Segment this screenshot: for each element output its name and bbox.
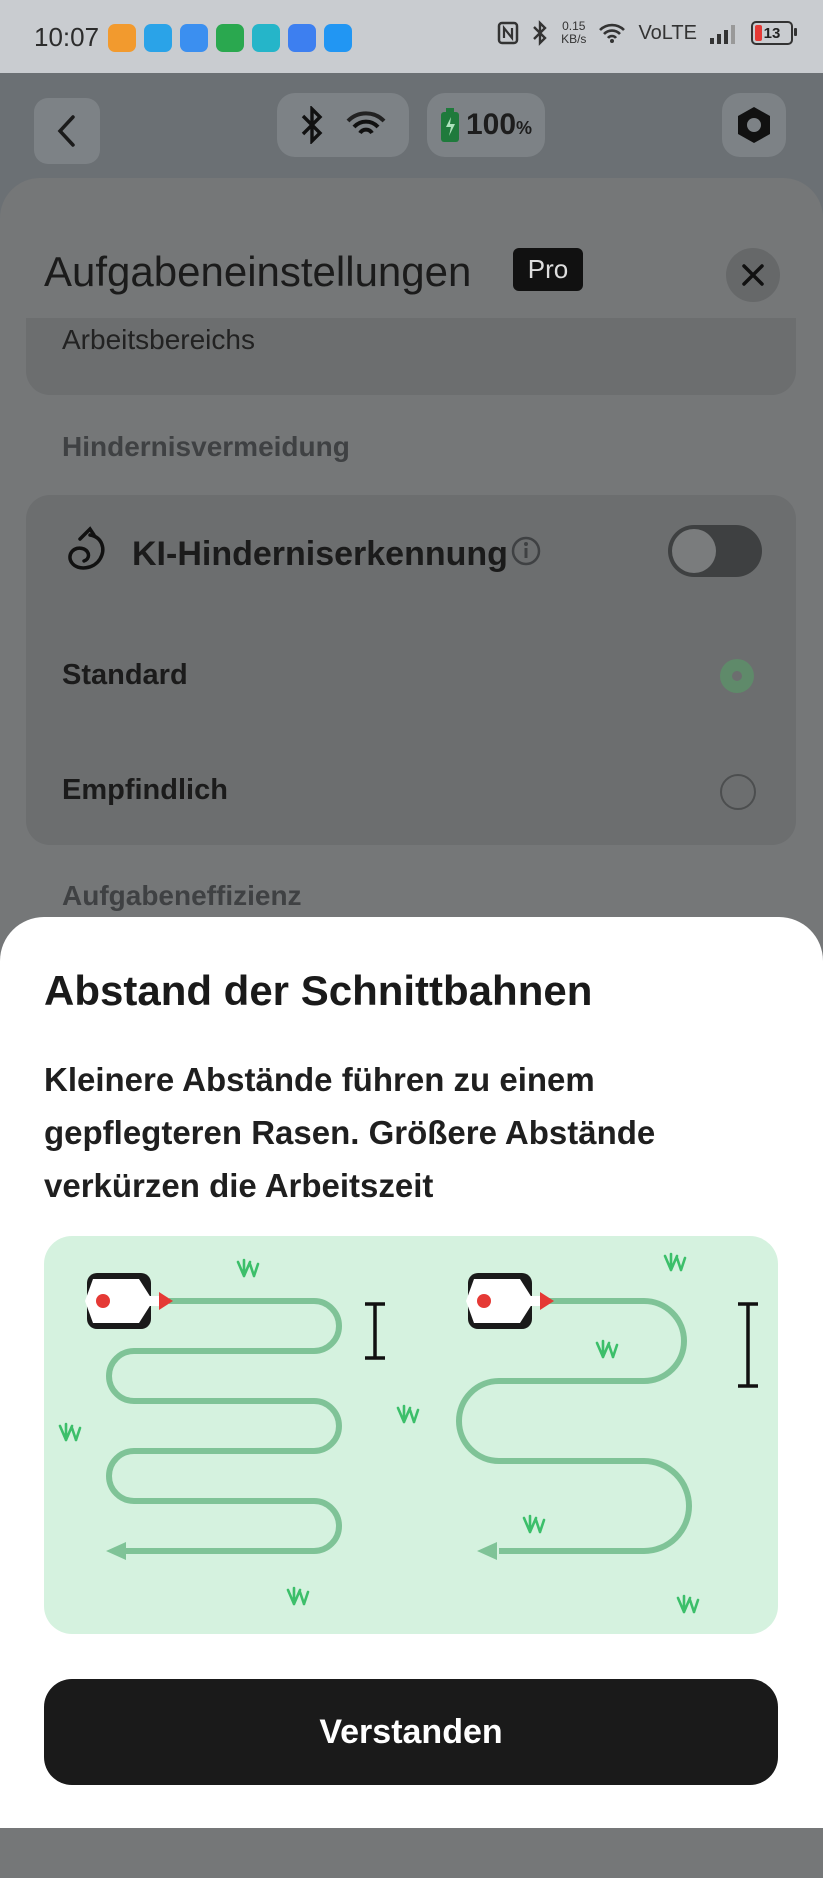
nfc-icon xyxy=(497,21,519,45)
status-right: 0.15 KB/s VoLTE 13 xyxy=(497,19,797,46)
ki-obstacle-toggle[interactable] xyxy=(668,525,762,577)
grass-icon xyxy=(522,1514,546,1534)
notification-app-icon xyxy=(288,24,316,52)
pro-badge: Pro xyxy=(513,248,583,291)
device-settings-button[interactable] xyxy=(722,93,786,157)
connection-status[interactable] xyxy=(277,93,409,157)
volte-label: VoLTE xyxy=(638,21,697,44)
bluetooth-icon xyxy=(301,106,323,144)
notification-app-icon xyxy=(180,24,208,52)
device-top-bar: 100% xyxy=(0,73,823,178)
notification-app-icon xyxy=(216,24,244,52)
grass-icon xyxy=(595,1339,619,1359)
signal-icon xyxy=(710,25,735,44)
modal-title: Abstand der Schnittbahnen xyxy=(44,967,593,1014)
back-button[interactable] xyxy=(34,98,100,164)
grass-icon xyxy=(236,1258,260,1278)
mower-icon xyxy=(466,1273,554,1329)
battery-icon xyxy=(440,108,459,142)
bluetooth-icon xyxy=(533,20,547,46)
option-sensitive-label: Empfindlich xyxy=(62,774,228,806)
settings-hex-icon xyxy=(738,107,770,143)
grass-icon xyxy=(58,1422,82,1442)
cut-path-illustration xyxy=(44,1236,778,1634)
status-bar: 10:07 0.15 KB/s VoLTE 13 xyxy=(0,0,823,73)
info-icon[interactable] xyxy=(510,535,542,567)
battery-percent: 100% xyxy=(465,108,533,141)
mower-battery[interactable]: 100% xyxy=(427,93,545,157)
grass-icon xyxy=(676,1594,700,1614)
ki-obstacle-label: KI-Hinderniserkennung xyxy=(132,535,508,573)
notification-app-icon xyxy=(252,24,280,52)
option-standard-label: Standard xyxy=(62,659,188,691)
work-area-card[interactable]: Arbeitsbereichs xyxy=(26,318,796,395)
toggle-knob xyxy=(672,529,716,573)
grass-icon xyxy=(396,1404,420,1424)
notification-app-icon xyxy=(324,24,352,52)
modal-description: Kleinere Abstände führen zu einem gepfle… xyxy=(44,1061,656,1204)
cut-path-spacing-modal: Abstand der Schnittbahnen Kleinere Abstä… xyxy=(0,917,823,1828)
option-standard-radio[interactable] xyxy=(720,659,754,693)
mower-icon xyxy=(85,1273,173,1329)
network-speed: 0.15 KB/s xyxy=(561,19,587,46)
wifi-icon xyxy=(346,111,386,135)
grass-icon xyxy=(663,1252,687,1272)
status-app-icons xyxy=(108,24,352,52)
confirm-button[interactable]: Verstanden xyxy=(44,1679,778,1785)
spacing-marker-wide xyxy=(738,1302,758,1388)
wifi-icon xyxy=(599,23,626,43)
ki-obstacle-icon xyxy=(68,526,105,570)
notification-app-icon xyxy=(108,24,136,52)
arrow-head xyxy=(106,1542,126,1560)
section-obstacle-avoidance: Hindernisvermeidung xyxy=(62,431,350,462)
close-sheet-button[interactable] xyxy=(726,248,780,302)
wide-cut-path xyxy=(456,1298,692,1554)
close-icon xyxy=(742,264,764,286)
sheet-title: Aufgabeneinstellungen xyxy=(44,248,472,295)
obstacle-card: KI-Hinderniserkennung Standard Empfindli… xyxy=(26,495,796,845)
notification-app-icon xyxy=(144,24,172,52)
arrow-head xyxy=(477,1542,497,1560)
option-sensitive-radio[interactable] xyxy=(720,774,756,810)
spacing-marker-narrow xyxy=(365,1302,385,1360)
narrow-cut-path xyxy=(106,1298,342,1554)
illustration-svg xyxy=(58,1252,758,1614)
status-time: 10:07 xyxy=(34,22,100,52)
section-task-efficiency: Aufgabeneffizienz xyxy=(62,880,302,911)
phone-battery-icon: 13 xyxy=(751,21,797,45)
work-area-text: Arbeitsbereichs xyxy=(62,324,255,355)
back-icon xyxy=(57,115,75,147)
grass-icon xyxy=(286,1586,310,1606)
